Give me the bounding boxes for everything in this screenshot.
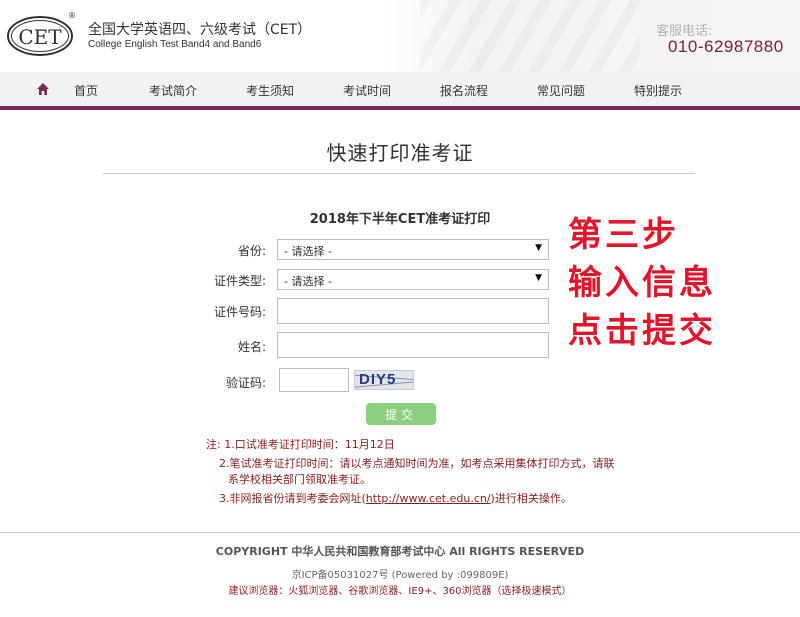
nav-item-intro[interactable]: 考试简介 <box>149 82 197 99</box>
note-line-3: 系学校相关部门领取准考证。 <box>228 473 371 486</box>
nav-item-home[interactable]: 首页 <box>74 82 98 99</box>
name-label: 姓名: <box>237 340 266 354</box>
note-line-1: 注: 1.口试准考证打印时间：11月12日 <box>206 438 395 451</box>
note-line-4-prefix: 3.非网报省份请到考委会网址( <box>219 492 366 505</box>
dropdown-arrow-icon: ▼ <box>535 243 542 253</box>
province-select[interactable]: - 请选择 - ▼ <box>277 239 549 260</box>
nav-item-schedule[interactable]: 考试时间 <box>343 82 391 99</box>
home-icon[interactable] <box>36 82 50 96</box>
id-type-select[interactable]: - 请选择 - ▼ <box>277 269 549 290</box>
registered-mark: ® <box>68 11 76 20</box>
province-label: 省份: <box>237 244 266 258</box>
footer-copyright: COPYRIGHT 中华人民共和国教育部考试中心 All RIGHTS RESE… <box>215 545 585 558</box>
nav-accent-bar <box>0 106 800 110</box>
submit-button[interactable]: 提交 <box>366 403 436 425</box>
id-number-input[interactable] <box>277 298 549 324</box>
title-divider <box>103 173 695 174</box>
note-line-2: 2.笔试准考证打印时间：请以考点通知时间为准，如考点采用集体打印方式，请联 <box>219 457 615 470</box>
footer-divider <box>0 532 800 533</box>
cet-website-link[interactable]: http://www.cet.edu.cn/ <box>366 492 491 505</box>
captcha-input[interactable] <box>279 368 349 392</box>
id-type-label: 证件类型: <box>213 274 266 288</box>
nav-item-registration[interactable]: 报名流程 <box>440 82 488 99</box>
nav-item-notice[interactable]: 考生须知 <box>246 82 294 99</box>
main-nav: 首页 考试简介 考生须知 考试时间 报名流程 常见问题 特别提示 <box>0 72 800 106</box>
captcha-image-text: DIY5 <box>359 371 397 388</box>
header: CET ® 全国大学英语四、六级考试（CET） College English … <box>0 0 800 72</box>
cet-logo: CET <box>7 16 73 56</box>
header-watermark <box>420 0 640 72</box>
page-title: 快速打印准考证 <box>326 141 474 165</box>
brand-title-cn: 全国大学英语四、六级考试（CET） <box>88 22 312 38</box>
footer-browser-recommendation: 建议浏览器：火狐浏览器、谷歌浏览器、IE9+、360浏览器（选择极速模式） <box>228 586 572 597</box>
logo-text: CET <box>18 25 62 49</box>
id-type-select-value: - 请选择 - <box>284 275 332 288</box>
step-note-line-1: 第三步 <box>568 215 679 255</box>
footer-icp: 京ICP备05031027号 (Powered by :099809E) <box>291 570 509 581</box>
step-note-line-2: 输入信息 <box>568 263 716 303</box>
note-line-4-suffix: )进行相关操作。 <box>490 492 572 505</box>
id-number-label: 证件号码: <box>213 305 266 319</box>
province-select-value: - 请选择 - <box>284 245 332 258</box>
note-line-4: 3.非网报省份请到考委会网址(http://www.cet.edu.cn/)进行… <box>219 491 572 507</box>
hotline-number: 010-62987880 <box>668 37 784 56</box>
dropdown-arrow-icon: ▼ <box>535 273 542 283</box>
nav-item-faq[interactable]: 常见问题 <box>537 82 585 99</box>
brand-title-en: College English Test Band4 and Band6 <box>88 39 262 50</box>
step-note-line-3: 点击提交 <box>568 311 716 351</box>
name-input[interactable] <box>277 332 549 358</box>
captcha-image[interactable]: DIY5 <box>354 370 414 390</box>
captcha-label: 验证码: <box>225 376 266 390</box>
nav-item-special-notice[interactable]: 特别提示 <box>634 82 682 99</box>
form-heading: 2018年下半年CET准考证打印 <box>309 212 491 227</box>
